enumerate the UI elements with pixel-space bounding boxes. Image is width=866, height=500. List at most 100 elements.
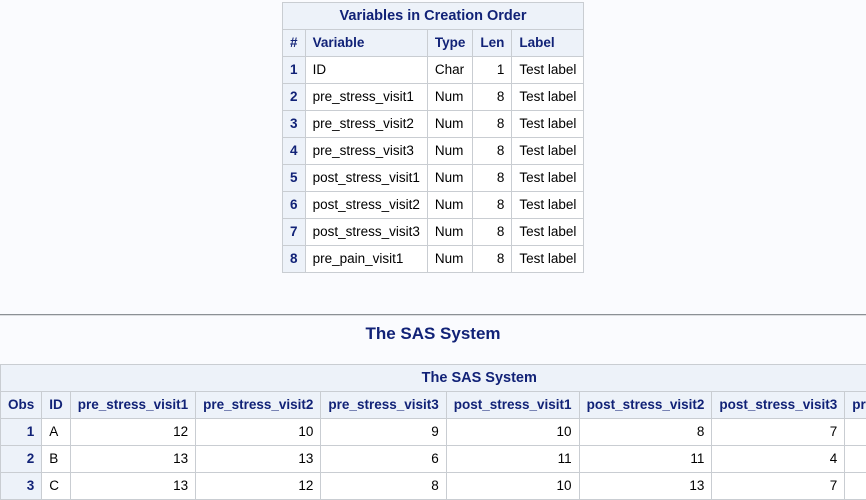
cell-num: 6 [282,192,305,219]
cell-len: 8 [473,192,512,219]
cell-type: Num [427,138,473,165]
cell-post_stress_visit3: 7 [712,419,845,446]
cell-variable: pre_pain_visit1 [305,246,427,273]
column-header-pre_pain_visit1: pre_pain_visit1 [845,392,866,419]
cell-pre_pain_visit1: 55 [845,473,866,500]
column-header-label: Label [512,30,584,57]
cell-pre_pain_visit1: 57 [845,446,866,473]
cell-len: 8 [473,84,512,111]
column-header-num: # [282,30,305,57]
table-row: 3pre_stress_visit2Num8Test label [282,111,584,138]
cell-variable: pre_stress_visit1 [305,84,427,111]
cell-id: B [42,446,71,473]
table-row: 8pre_pain_visit1Num8Test label [282,246,584,273]
cell-id: A [42,419,71,446]
cell-num: 5 [282,165,305,192]
cell-variable: post_stress_visit1 [305,165,427,192]
cell-len: 8 [473,219,512,246]
cell-pre_stress_visit2: 12 [196,473,321,500]
cell-pre_stress_visit1: 13 [70,473,195,500]
cell-label: Test label [512,138,584,165]
table-title: The SAS System [1,365,866,392]
cell-variable: pre_stress_visit3 [305,138,427,165]
table-row: 2B131361111457 [1,446,866,473]
cell-type: Char [427,57,473,84]
table-row: 2pre_stress_visit1Num8Test label [282,84,584,111]
cell-label: Test label [512,165,584,192]
cell-pre_stress_visit1: 13 [70,446,195,473]
cell-label: Test label [512,111,584,138]
cell-obs: 2 [1,446,42,473]
cell-pre_stress_visit2: 13 [196,446,321,473]
cell-type: Num [427,84,473,111]
table-title: Variables in Creation Order [282,3,584,30]
column-header-pre_stress_visit3: pre_stress_visit3 [321,392,446,419]
cell-label: Test label [512,219,584,246]
cell-type: Num [427,246,473,273]
cell-label: Test label [512,84,584,111]
cell-variable: pre_stress_visit2 [305,111,427,138]
page-title: The SAS System [0,324,866,344]
header-row: ObsIDpre_stress_visit1pre_stress_visit2p… [1,392,866,419]
cell-len: 8 [473,111,512,138]
cell-variable: post_stress_visit2 [305,192,427,219]
column-header-post_stress_visit3: post_stress_visit3 [712,392,845,419]
page-divider [0,314,866,316]
cell-variable: ID [305,57,427,84]
column-header-type: Type [427,30,473,57]
cell-obs: 3 [1,473,42,500]
cell-variable: post_stress_visit3 [305,219,427,246]
column-header-post_stress_visit1: post_stress_visit1 [446,392,579,419]
cell-num: 4 [282,138,305,165]
cell-pre_stress_visit2: 10 [196,419,321,446]
cell-post_stress_visit3: 4 [712,446,845,473]
sas-output-page: Variables in Creation Order#VariableType… [0,2,866,480]
cell-type: Num [427,111,473,138]
cell-post_stress_visit1: 10 [446,419,579,446]
table-row: 7post_stress_visit3Num8Test label [282,219,584,246]
variables-creation-order-table: Variables in Creation Order#VariableType… [282,2,585,273]
cell-post_stress_visit2: 8 [579,419,712,446]
table-row: 3C131281013755 [1,473,866,500]
table-row: 1IDChar1Test label [282,57,584,84]
table-title-row: Variables in Creation Order [282,3,584,30]
cell-label: Test label [512,192,584,219]
table-row: 5post_stress_visit1Num8Test label [282,165,584,192]
column-header-post_stress_visit2: post_stress_visit2 [579,392,712,419]
column-header-variable: Variable [305,30,427,57]
cell-num: 2 [282,84,305,111]
cell-id: C [42,473,71,500]
column-header-obs: Obs [1,392,42,419]
table-row: 4pre_stress_visit3Num8Test label [282,138,584,165]
cell-pre_stress_visit3: 6 [321,446,446,473]
cell-num: 7 [282,219,305,246]
cell-pre_stress_visit1: 12 [70,419,195,446]
print-output-section: The SAS System The SAS SystemObsIDpre_st… [0,324,866,500]
cell-post_stress_visit1: 10 [446,473,579,500]
contents-output-section: Variables in Creation Order#VariableType… [0,2,866,273]
sas-system-data-table: The SAS SystemObsIDpre_stress_visit1pre_… [0,364,866,500]
header-row: #VariableTypeLenLabel [282,30,584,57]
cell-pre_stress_visit3: 8 [321,473,446,500]
column-header-id: ID [42,392,71,419]
cell-len: 8 [473,165,512,192]
column-header-len: Len [473,30,512,57]
column-header-pre_stress_visit1: pre_stress_visit1 [70,392,195,419]
cell-num: 3 [282,111,305,138]
cell-len: 1 [473,57,512,84]
cell-len: 8 [473,138,512,165]
cell-pre_stress_visit3: 9 [321,419,446,446]
cell-pre_pain_visit1: 53 [845,419,866,446]
cell-post_stress_visit1: 11 [446,446,579,473]
cell-len: 8 [473,246,512,273]
cell-num: 8 [282,246,305,273]
table-row: 1A12109108753 [1,419,866,446]
cell-label: Test label [512,57,584,84]
cell-post_stress_visit3: 7 [712,473,845,500]
cell-type: Num [427,165,473,192]
cell-obs: 1 [1,419,42,446]
table-title-row: The SAS System [1,365,866,392]
cell-post_stress_visit2: 11 [579,446,712,473]
cell-type: Num [427,192,473,219]
cell-label: Test label [512,246,584,273]
